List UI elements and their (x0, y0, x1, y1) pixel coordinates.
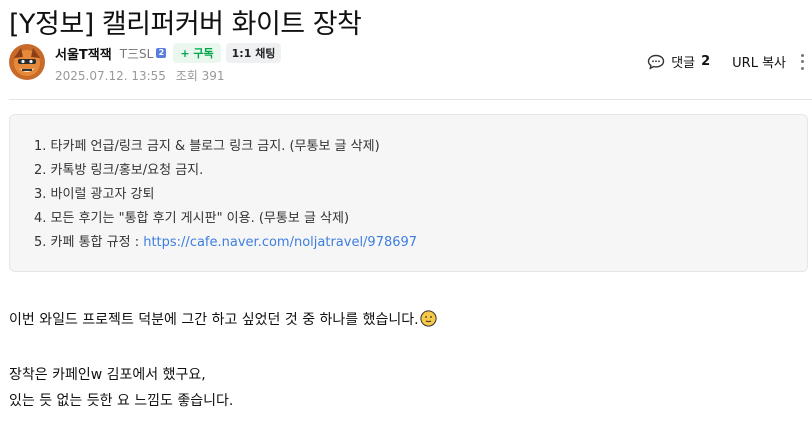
rules-link[interactable]: https://cafe.naver.com/noljatravel/97869… (143, 235, 417, 250)
notice-item: 3. 바이럴 광고자 강퇴 (34, 187, 155, 202)
level-badge-icon: 2 (156, 48, 167, 58)
post-date: 2025.07.12. 13:55 (55, 69, 166, 83)
subscribe-button[interactable]: + 구독 (173, 43, 221, 63)
body-line-3: 있는 듯 없는 듯한 요 느낌도 좋습니다. (9, 393, 234, 409)
rules-label: 5. 카페 통합 규정 : (34, 235, 144, 250)
body-line-1-text: 이번 와일드 프로젝트 덕분에 그간 하고 싶었던 것 중 하나를 했습니다. (9, 312, 419, 328)
notice-box: 1. 타카페 언급/링크 금지 & 블로그 링크 금지. (무통보 글 삭제) … (9, 114, 808, 272)
notice-item: 2. 카톡방 링크/홍보/요청 금지. (34, 163, 204, 178)
url-copy-button[interactable]: URL 복사 (732, 52, 786, 71)
author-level: T三SL (119, 46, 154, 61)
comments-label[interactable]: 댓글 (671, 52, 695, 71)
view-count: 조회 391 (175, 69, 225, 83)
post-title: [Y정보] 캘리퍼커버 화이트 장착 (9, 9, 362, 40)
header-divider (9, 99, 812, 100)
body-line-1: 이번 와일드 프로젝트 덕분에 그간 하고 싶었던 것 중 하나를 했습니다. (9, 309, 437, 329)
body-line-2: 장착은 카페인w 김포에서 했구요, (9, 367, 206, 383)
comments-count[interactable]: 2 (701, 54, 710, 69)
avatar[interactable] (9, 44, 45, 80)
comment-icon[interactable] (647, 54, 665, 70)
author-nickname[interactable]: 서울T잭잭 (55, 44, 112, 63)
notice-item: 4. 모든 후기는 "통합 후기 게시판" 이용. (무통보 글 삭제) (34, 211, 350, 226)
more-vertical-icon[interactable] (800, 53, 804, 70)
smile-emoji-icon (419, 310, 437, 327)
notice-item-rules: 5. 카페 통합 규정 : https://cafe.naver.com/nol… (34, 233, 807, 257)
chat-button[interactable]: 1:1 채팅 (225, 43, 282, 63)
notice-item: 1. 타카페 언급/링크 금지 & 블로그 링크 금지. (무통보 글 삭제) (34, 139, 380, 154)
avatar-image (9, 44, 45, 80)
